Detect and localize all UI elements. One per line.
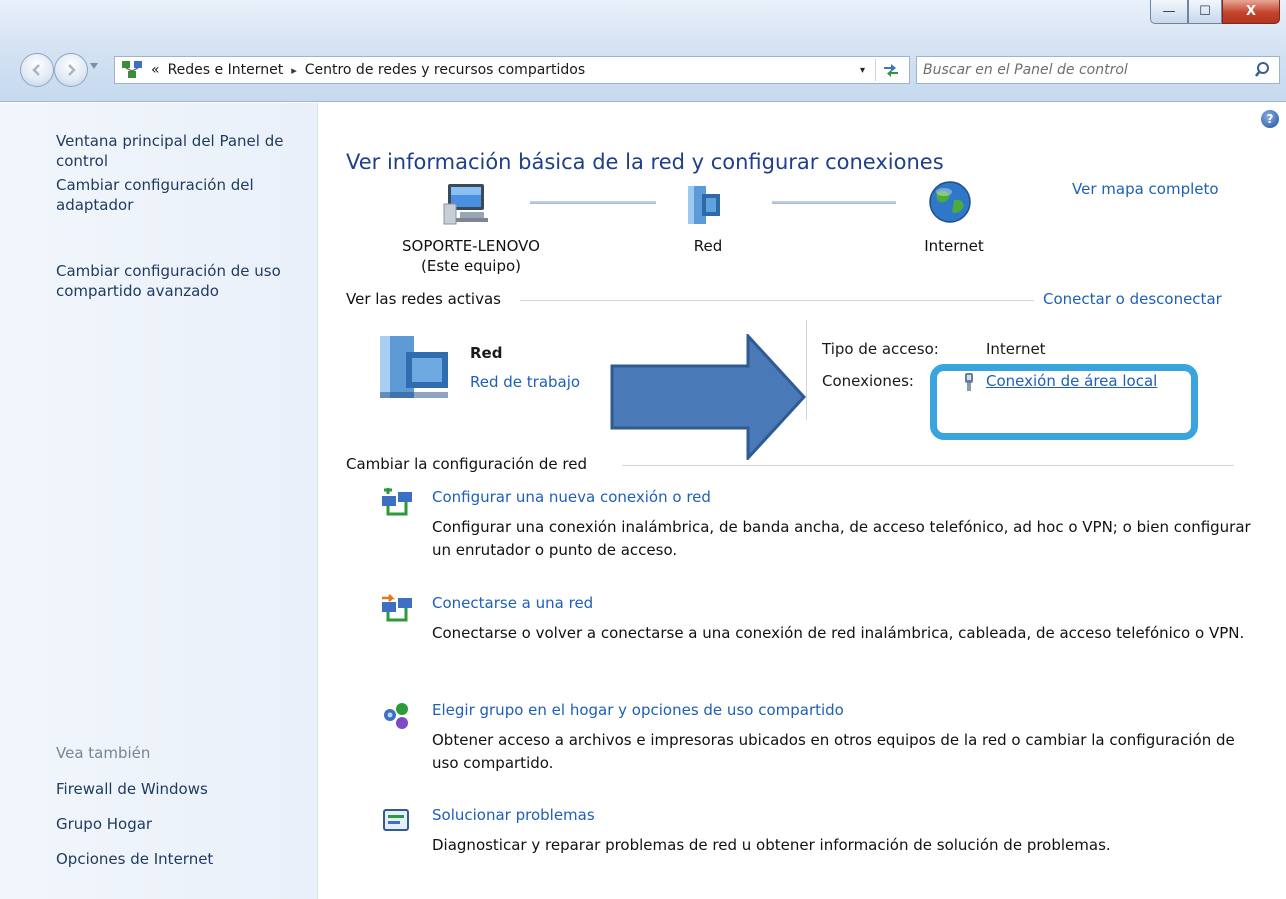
task-troubleshoot-description: Diagnosticar y reparar problemas de red … (432, 836, 1111, 854)
change-settings-heading: Cambiar la configuración de red (346, 455, 587, 473)
forward-arrow-icon (68, 64, 76, 76)
window-chrome: — ☐ X « Redes e Internet ▸ Centro de red… (0, 0, 1286, 102)
forward-button[interactable] (54, 53, 88, 87)
computer-note: (Este equipo) (421, 257, 521, 275)
see-also-windows-firewall[interactable]: Firewall de Windows (56, 780, 208, 798)
computer-name: SOPORTE-LENOVO (402, 237, 540, 255)
active-network-name: Red (470, 344, 503, 362)
map-connector-computer-network (530, 201, 656, 204)
sidebar-item-advanced-sharing[interactable]: Cambiar configuración de uso compartido … (56, 261, 308, 301)
breadcrumb-separator[interactable]: ▸ (291, 64, 297, 77)
task-homegroup-link[interactable]: Elegir grupo en el hogar y opciones de u… (432, 701, 844, 719)
map-connector-network-internet (772, 201, 896, 204)
task-homegroup-description: Obtener acceso a archivos e impresoras u… (432, 731, 1235, 772)
close-button[interactable]: X (1222, 0, 1280, 24)
refresh-button[interactable] (875, 59, 905, 81)
caption-buttons: — ☐ X (1150, 0, 1280, 28)
navigation-row: « Redes e Internet ▸ Centro de redes y r… (0, 50, 1286, 90)
internet-globe-icon (929, 181, 971, 223)
change-settings-rule (622, 465, 1234, 466)
see-also-heading: Vea también (56, 744, 151, 762)
task-setup-new-connection-link[interactable]: Configurar una nueva conexión o red (432, 488, 711, 506)
access-type-value: Internet (986, 340, 1046, 358)
minimize-button[interactable]: — (1150, 0, 1188, 24)
task-connect-network-description: Conectarse o volver a conectarse a una c… (432, 624, 1245, 642)
network-type-link[interactable]: Red de trabajo (470, 373, 580, 391)
see-also-internet-options[interactable]: Opciones de Internet (56, 850, 213, 868)
help-button[interactable]: ? (1261, 110, 1279, 128)
sidebar-item-control-panel-home[interactable]: Ventana principal del Panel de control (56, 131, 308, 171)
internet-node-label: Internet (924, 237, 984, 255)
breadcrumb-network-center[interactable]: Centro de redes y recursos compartidos (305, 62, 585, 78)
breadcrumb-redes-internet[interactable]: Redes e Internet (168, 62, 284, 78)
address-bar[interactable]: « Redes e Internet ▸ Centro de redes y r… (114, 56, 910, 84)
search-icon[interactable] (1255, 61, 1273, 79)
search-box[interactable] (916, 56, 1280, 84)
connections-label: Conexiones: (822, 372, 914, 390)
connect-network-icon (382, 594, 412, 622)
access-type-label: Tipo de acceso: (822, 340, 939, 358)
network-center-icon (122, 61, 142, 78)
search-input[interactable] (923, 60, 1243, 80)
page-title: Ver información básica de la red y confi… (346, 150, 944, 174)
back-button[interactable] (20, 53, 54, 87)
computer-node-label: SOPORTE-LENOVO (Este equipo) (388, 236, 554, 276)
back-arrow-icon (32, 64, 40, 76)
arrow-annotation-icon (610, 334, 806, 460)
task-connect-network-link[interactable]: Conectarse a una red (432, 594, 593, 612)
active-network-icon (380, 336, 448, 398)
view-full-map-link[interactable]: Ver mapa completo (1072, 180, 1219, 198)
address-dropdown-icon[interactable]: ▾ (860, 65, 865, 76)
maximize-button[interactable]: ☐ (1188, 0, 1222, 24)
vertical-divider (806, 320, 807, 420)
network-icon (688, 186, 720, 224)
highlight-annotation-box (930, 364, 1198, 440)
troubleshoot-icon (383, 809, 409, 831)
task-setup-new-connection-description: Configurar una conexión inalámbrica, de … (432, 518, 1251, 559)
sidebar-item-change-adapter-settings[interactable]: Cambiar configuración del adaptador (56, 175, 308, 215)
refresh-icon (883, 64, 898, 77)
task-troubleshoot-link[interactable]: Solucionar problemas (432, 806, 595, 824)
network-node-label: Red (693, 237, 723, 255)
history-dropdown-icon[interactable] (90, 63, 98, 69)
breadcrumb-overflow[interactable]: « (151, 62, 160, 78)
left-task-pane: Ventana principal del Panel de control C… (0, 103, 318, 899)
active-networks-heading: Ver las redes activas (346, 290, 501, 308)
connect-disconnect-link[interactable]: Conectar o desconectar (1043, 290, 1222, 308)
see-also-homegroup[interactable]: Grupo Hogar (56, 815, 152, 833)
homegroup-icon (384, 703, 408, 729)
active-networks-rule (520, 300, 1034, 301)
computer-icon (443, 184, 488, 225)
new-connection-icon (382, 488, 412, 516)
